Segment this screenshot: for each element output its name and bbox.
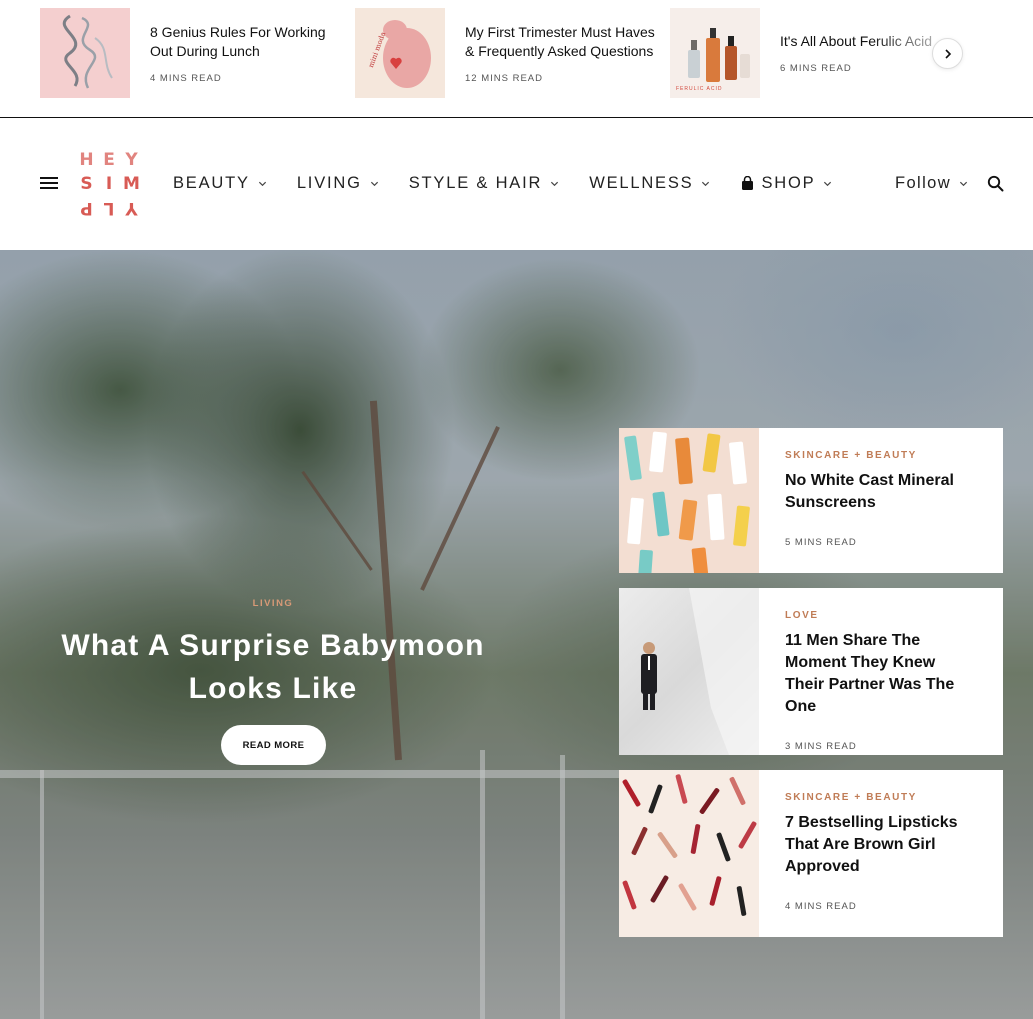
- shopping-bag-icon: [742, 176, 754, 190]
- trending-title[interactable]: 8 Genius Rules For Working Out During Lu…: [150, 23, 340, 61]
- site-logo[interactable]: H E Y S I M Y L P: [78, 148, 140, 220]
- article-card[interactable]: SKINCARE + BEAUTY 7 Bestselling Lipstick…: [619, 770, 1003, 937]
- sunscreen-tubes-image[interactable]: [619, 428, 759, 573]
- chevron-down-icon: [551, 181, 559, 187]
- serum-bottles-image[interactable]: FERULIC ACID: [670, 8, 760, 98]
- main-nav: BEAUTY LIVING STYLE & HAIR WELLNESS SHOP: [173, 174, 862, 193]
- card-title[interactable]: 11 Men Share The Moment They Knew Their …: [785, 630, 975, 718]
- nav-living[interactable]: LIVING: [297, 174, 379, 193]
- read-time: 5 MINS READ: [785, 537, 857, 548]
- card-title[interactable]: 7 Bestselling Lipsticks That Are Brown G…: [785, 812, 975, 878]
- chevron-down-icon: [702, 181, 710, 187]
- hero-category[interactable]: LIVING: [64, 598, 482, 609]
- nav-label[interactable]: STYLE & HAIR: [409, 174, 542, 193]
- site-header: H E Y S I M Y L P BEAUTY LIVING STYLE & …: [0, 119, 1033, 250]
- nav-label[interactable]: SHOP: [761, 174, 815, 193]
- search-icon[interactable]: [987, 175, 1004, 192]
- nav-style-hair[interactable]: STYLE & HAIR: [409, 174, 559, 193]
- nav-beauty[interactable]: BEAUTY: [173, 174, 267, 193]
- nav-label[interactable]: WELLNESS: [589, 174, 693, 193]
- nav-wellness[interactable]: WELLNESS: [589, 174, 710, 193]
- trending-strip: 8 Genius Rules For Working Out During Lu…: [0, 0, 1033, 118]
- read-time: 3 MINS READ: [785, 741, 857, 752]
- chevron-down-icon: [370, 181, 378, 187]
- lipsticks-pattern-image[interactable]: [619, 770, 759, 937]
- read-more-button[interactable]: READ MORE: [221, 725, 326, 765]
- card-category[interactable]: LOVE: [785, 610, 975, 621]
- chevron-right-icon: [944, 48, 951, 59]
- follow-menu[interactable]: Follow: [895, 174, 968, 193]
- nav-label[interactable]: LIVING: [297, 174, 362, 193]
- chevron-down-icon: [258, 181, 266, 187]
- follow-label[interactable]: Follow: [895, 174, 951, 193]
- groom-figurine-image[interactable]: [619, 588, 759, 755]
- card-category[interactable]: SKINCARE + BEAUTY: [785, 792, 975, 803]
- trending-item[interactable]: 8 Genius Rules For Working Out During Lu…: [40, 8, 340, 98]
- card-category[interactable]: SKINCARE + BEAUTY: [785, 450, 975, 461]
- read-time: 4 MINS READ: [785, 901, 857, 912]
- nav-shop[interactable]: SHOP: [740, 174, 832, 193]
- hero-title[interactable]: What A Surprise Babymoon Looks Like: [44, 624, 502, 710]
- trending-title[interactable]: My First Trimester Must Haves & Frequent…: [465, 23, 655, 61]
- hamburger-icon[interactable]: [40, 177, 58, 189]
- article-card[interactable]: SKINCARE + BEAUTY No White Cast Mineral …: [619, 428, 1003, 573]
- pink-ribbon-image[interactable]: [40, 8, 130, 98]
- read-time: 12 MINS READ: [465, 72, 543, 84]
- card-title[interactable]: No White Cast Mineral Sunscreens: [785, 470, 975, 514]
- nav-label[interactable]: BEAUTY: [173, 174, 250, 193]
- pregnant-illustration-image[interactable]: mini moda: [355, 8, 445, 98]
- next-button[interactable]: [932, 38, 963, 69]
- chevron-down-icon: [824, 181, 832, 187]
- trending-item[interactable]: mini moda My First Trimester Must Haves …: [355, 8, 655, 98]
- read-time: 4 MINS READ: [150, 72, 222, 84]
- chevron-down-icon: [960, 181, 968, 187]
- article-card[interactable]: LOVE 11 Men Share The Moment They Knew T…: [619, 588, 1003, 755]
- thumb-caption-text: FERULIC ACID: [676, 86, 723, 92]
